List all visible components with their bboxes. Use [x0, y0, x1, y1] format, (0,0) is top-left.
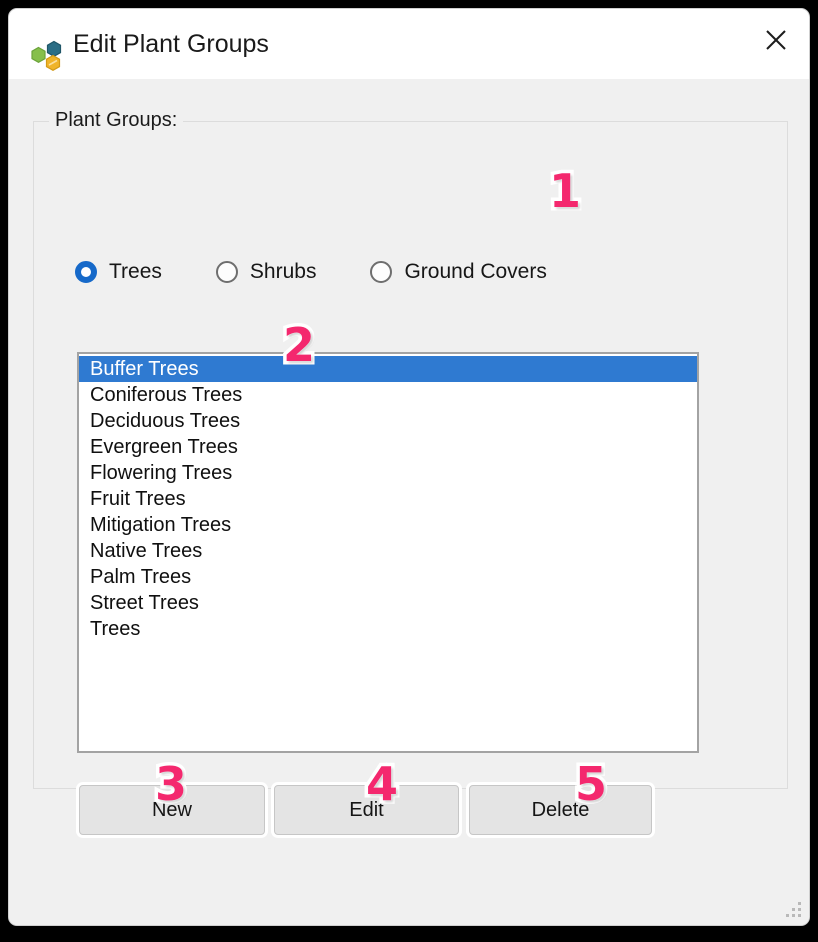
list-item[interactable]: Trees: [79, 616, 697, 642]
list-item[interactable]: Palm Trees: [79, 564, 697, 590]
plant-type-radio-group: Trees Shrubs Ground Covers: [75, 251, 547, 293]
screen-root: Edit Plant Groups Plant Groups: Trees Sh…: [0, 0, 818, 942]
list-item[interactable]: Deciduous Trees: [79, 408, 697, 434]
radio-ground-covers-label: Ground Covers: [404, 260, 547, 283]
edit-button[interactable]: Edit: [274, 785, 459, 835]
list-item[interactable]: Fruit Trees: [79, 486, 697, 512]
list-item[interactable]: Mitigation Trees: [79, 512, 697, 538]
resize-grip-icon[interactable]: [784, 900, 804, 920]
radio-shrubs[interactable]: Shrubs: [215, 260, 317, 284]
list-item[interactable]: Native Trees: [79, 538, 697, 564]
new-button[interactable]: New: [79, 785, 265, 835]
radio-ground-covers[interactable]: Ground Covers: [370, 260, 547, 284]
radio-ground-covers-mark: [370, 261, 393, 283]
close-x-glyph: [766, 30, 786, 50]
plant-groups-hexagons-icon: [29, 37, 65, 73]
edit-plant-groups-dialog: Edit Plant Groups Plant Groups: Trees Sh…: [8, 8, 810, 926]
dialog-title: Edit Plant Groups: [73, 30, 269, 58]
radio-trees-mark: [75, 261, 97, 283]
list-item[interactable]: Street Trees: [79, 590, 697, 616]
plant-groups-listbox-items: Buffer Trees Coniferous Trees Deciduous Tr…: [79, 354, 697, 751]
plant-groups-legend: Plant Groups:: [49, 109, 184, 132]
close-icon[interactable]: [743, 9, 809, 71]
list-item[interactable]: Buffer Trees: [79, 356, 697, 382]
radio-trees-label: Trees: [109, 260, 162, 283]
list-item[interactable]: Flowering Trees: [79, 460, 697, 486]
plant-groups-listbox[interactable]: Buffer Trees Coniferous Trees Deciduous Tr…: [77, 352, 699, 753]
dialog-titlebar[interactable]: Edit Plant Groups: [9, 9, 809, 79]
resize-grip-dots: [786, 902, 801, 917]
radio-shrubs-label: Shrubs: [249, 260, 317, 283]
list-item[interactable]: Evergreen Trees: [79, 434, 697, 460]
dialog-body: Plant Groups: Trees Shrubs Ground Covers: [9, 79, 809, 925]
radio-trees[interactable]: Trees: [75, 260, 162, 284]
delete-button[interactable]: Delete: [469, 785, 652, 835]
list-item[interactable]: Coniferous Trees: [79, 382, 697, 408]
radio-shrubs-mark: [215, 261, 238, 283]
